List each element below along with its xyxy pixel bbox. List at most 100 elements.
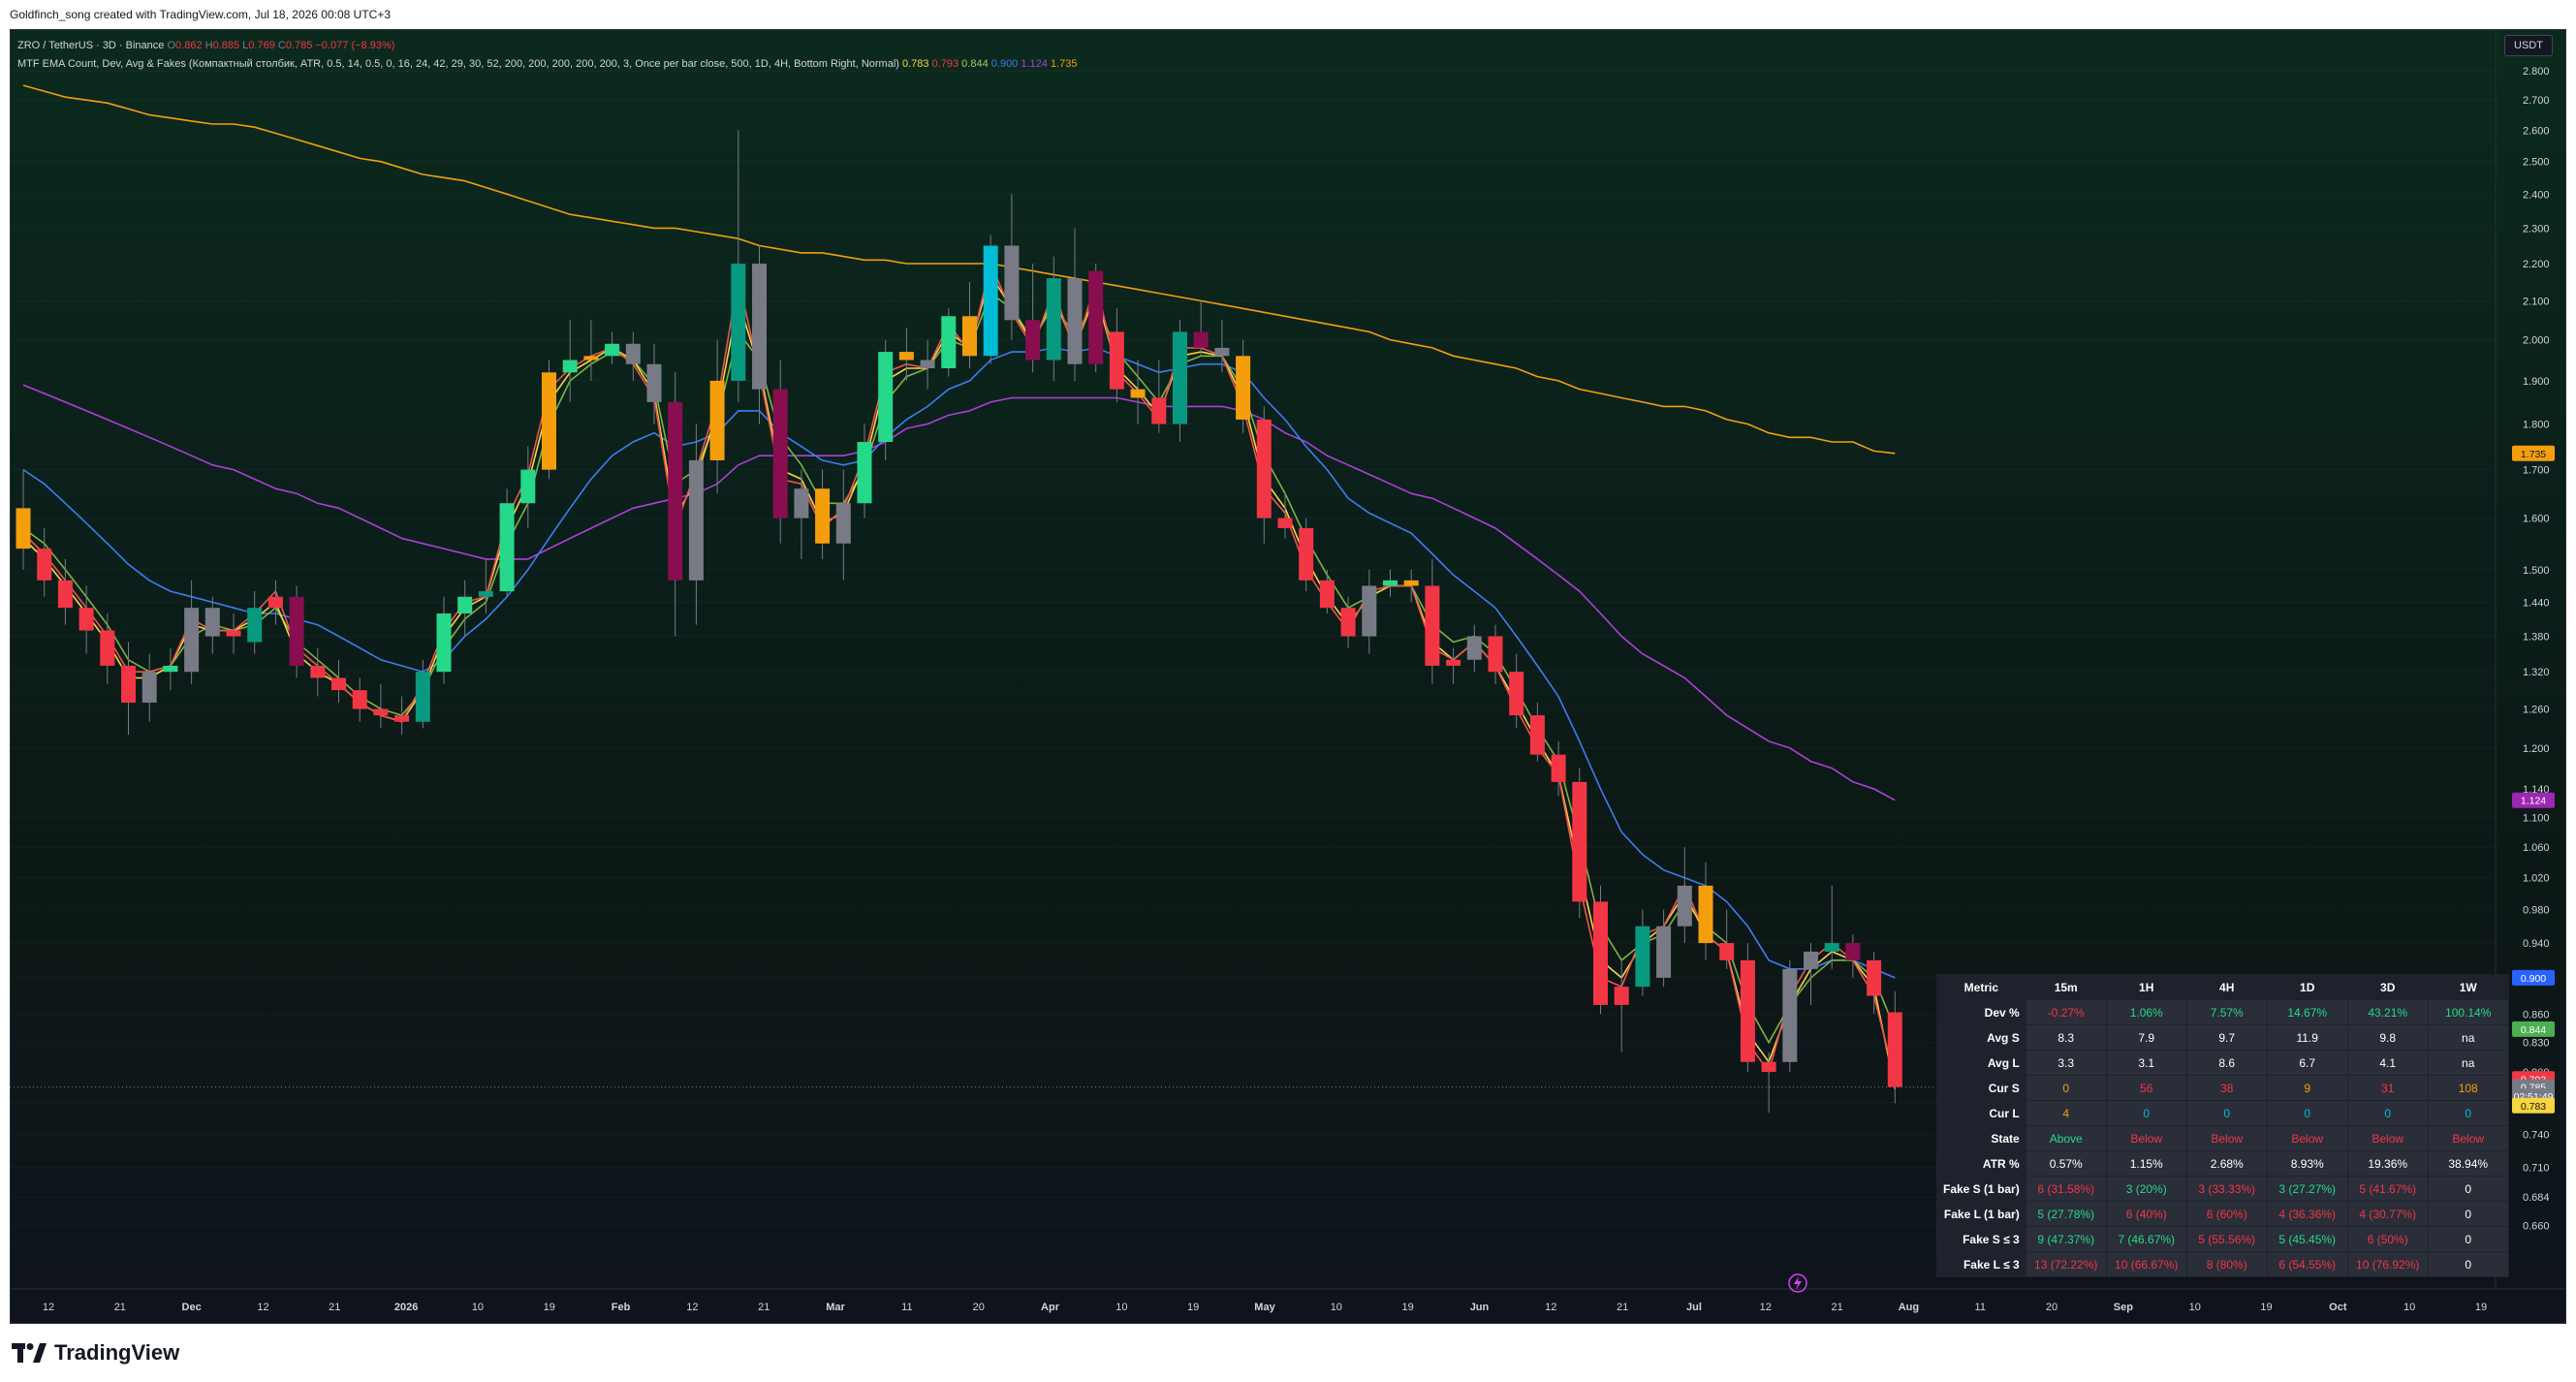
candle [1551,740,1566,797]
time-tick-label: Feb [612,1302,631,1313]
time-tick-label: Oct [2329,1302,2347,1313]
candle-body [247,608,263,643]
candle-body [352,690,367,709]
stats-value-cell: 0 [2427,1176,2509,1202]
stats-header-cell: Metric [1936,974,2026,1000]
candle-body [625,343,641,364]
candle [16,469,31,570]
stats-row: ATR % 0.57% 1.15% 2.68% 8.93% 19.36% 38.94% [1936,1150,2509,1177]
candle-body [436,612,452,673]
candle-body [1130,389,1146,398]
stats-value-cell: 0 [2427,1251,2509,1277]
stats-metric-cell: Cur S [1936,1075,2026,1101]
stats-value-cell: 13 (72.22%) [2025,1251,2107,1277]
candle-body [709,380,725,460]
candle [1761,1052,1776,1114]
price-tick-label: 1.900 [2523,376,2550,388]
price-tick-label: 1.800 [2523,419,2550,430]
indicator-label[interactable]: MTF EMA Count, Dev, Avg & Fakes (Компакт… [17,58,899,70]
price-tick-label: 1.700 [2523,465,2550,477]
tradingview-logo-icon [12,1343,47,1363]
stats-value-cell: 0 [2427,1201,2509,1227]
price-tick-label: 0.980 [2523,905,2550,917]
stats-value-cell: 9.8 [2346,1024,2429,1051]
candle-body [1887,1012,1902,1087]
price-tag-label: 0.844 [2521,1024,2546,1036]
time-tick-label: 20 [973,1302,985,1313]
candle-body [815,488,831,544]
stats-value-cell: 19.36% [2346,1150,2429,1177]
stats-value-cell: 4 [2025,1100,2107,1126]
candle [1383,569,1398,597]
price-tag: 0.900 [2512,969,2555,986]
candle-body [184,608,200,673]
candle-body [226,630,241,637]
price-tick-label: 1.320 [2523,667,2550,678]
stats-value-cell: 14.67% [2266,999,2348,1025]
price-tick-label: 1.020 [2523,873,2550,885]
stats-header-cell: 15m [2025,974,2107,1000]
candle-body [1403,580,1419,586]
stats-value-cell: na [2427,1050,2509,1076]
candle-body [920,360,935,368]
candle-body [542,372,556,470]
stats-value-cell: 1.06% [2105,999,2187,1025]
indicator-row[interactable]: MTF EMA Count, Dev, Avg & Fakes (Компакт… [17,55,1078,74]
candle-body [1067,278,1083,364]
candle [1362,569,1377,654]
candle-body [857,442,872,504]
time-tick-label: 10 [472,1302,484,1313]
stats-value-cell: 0 [2427,1100,2509,1126]
stats-metric-cell: Avg S [1936,1024,2026,1051]
candle-body [1740,959,1755,1062]
ohlc-open-value: 0.862 [175,40,203,51]
indicator-value: 1.124 [1018,58,1048,70]
candle-body [772,389,788,518]
stats-row: Fake L (1 bar) 5 (27.78%) 6 (40%) 6 (60%) 4 … [1936,1201,2509,1227]
stats-value-cell: 10 (66.67%) [2105,1251,2187,1277]
candle-body [1551,754,1566,782]
candle [835,469,851,581]
currency-button[interactable]: USDT [2504,35,2553,56]
time-tick-label: 21 [1617,1302,1628,1313]
candle-body [1173,331,1187,424]
candle-body [121,665,136,704]
candle-body [457,596,473,613]
stats-value-cell: 11.9 [2266,1024,2348,1051]
stats-value-cell: 6.7 [2266,1050,2348,1076]
stats-value-cell: 8.6 [2185,1050,2268,1076]
symbol-label[interactable]: ZRO / TetherUS · 3D · Binance [17,40,164,51]
time-axis[interactable]: 12 21 Dec 12 21 2026 10 19 Feb 12 21 Mar 11 20 Apr 10 19… [10,1288,2566,1313]
candle-body [1025,320,1041,361]
header-bar: Goldfinch_song created with TradingView.… [0,0,2576,29]
stats-value-cell: 7 (46.67%) [2105,1226,2187,1252]
stats-row: Avg L 3.3 3.1 8.6 6.7 4.1 na [1936,1050,2509,1076]
price-tick-label: 2.100 [2523,296,2550,307]
price-tick-label: 2.700 [2523,95,2550,107]
candle-body [1488,636,1503,673]
candle [772,360,788,544]
stats-metric-cell: Fake S (1 bar) [1936,1176,2026,1202]
stats-table: Metric 15m 1H 4H 1D 3D 1W Dev % -0.27% 1.06% 7.57… [1936,974,2509,1277]
candle [605,331,620,364]
indicator-value: 0.900 [988,58,1019,70]
candle [1425,558,1440,684]
stats-body: Dev % -0.27% 1.06% 7.57% 14.67% 43.21% 100.14%… [1936,999,2509,1277]
price-tick-label: 1.100 [2523,812,2550,824]
candle-body [1299,527,1314,581]
time-tick-label: 19 [2260,1302,2272,1313]
symbol-row[interactable]: ZRO / TetherUS · 3D · Binance O0.862 H0.… [17,37,1078,55]
candle [289,585,304,678]
indicator-value: 1.735 [1047,58,1078,70]
candle-body [1004,245,1020,321]
indicator-values: 0.783 0.793 0.844 0.900 1.124 1.735 [902,58,1078,70]
candle-body [1677,885,1692,927]
tradingview-logo[interactable]: TradingView [12,1335,179,1370]
stats-value-cell: 5 (55.56%) [2185,1226,2268,1252]
candle-body [1319,580,1335,609]
candle [1067,228,1083,381]
price-tag: 0.783 [2512,1097,2555,1114]
time-tick-label: 21 [114,1302,126,1313]
candle-body [1572,781,1587,902]
candle-body [794,488,809,518]
